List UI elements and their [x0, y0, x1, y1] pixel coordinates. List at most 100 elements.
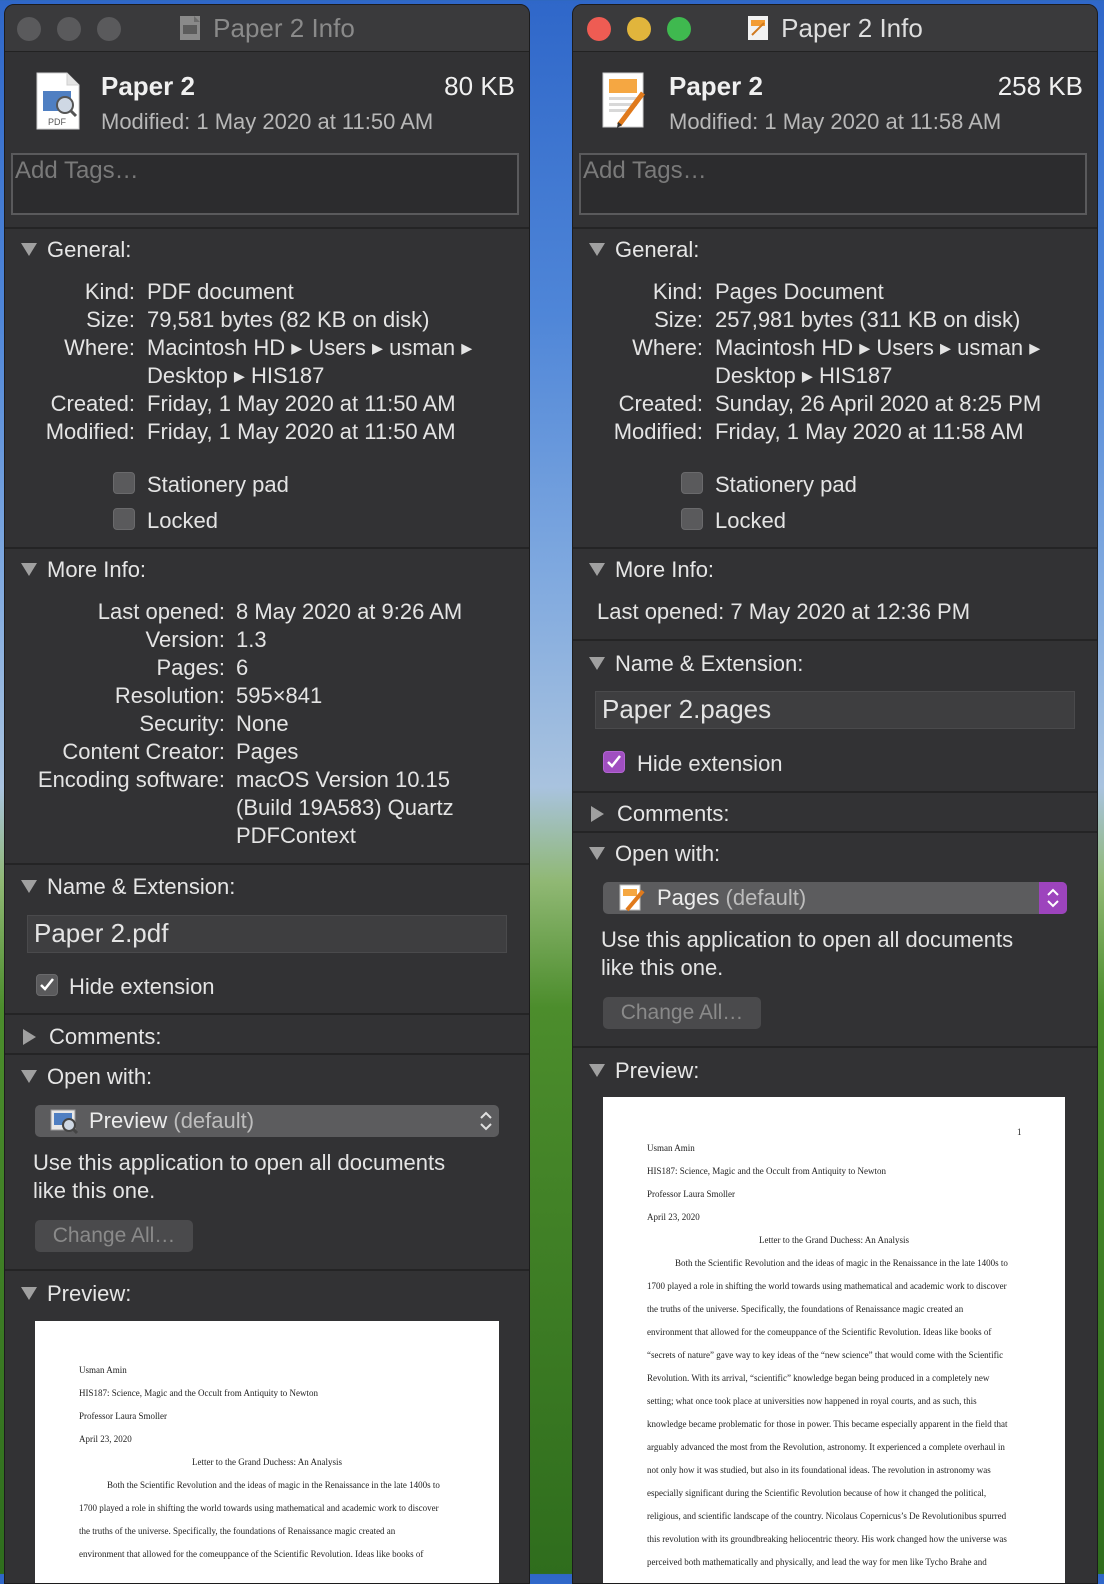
hide-extension-checkbox[interactable]: [603, 751, 625, 773]
section-comments[interactable]: Comments:: [23, 1024, 161, 1050]
preview-line: knowledge became problematic for those i…: [647, 1419, 1008, 1429]
divider: [573, 547, 1097, 549]
section-more-info[interactable]: More Info:: [21, 557, 146, 583]
preview-line: Revolution. With its arrival, “scientifi…: [647, 1373, 990, 1383]
hide-extension-checkbox[interactable]: [36, 974, 58, 996]
encoding-software-value-line1: macOS Version 10.15: [236, 767, 451, 792]
hide-extension-label: Hide extension: [69, 974, 215, 999]
locked-checkbox[interactable]: [681, 508, 703, 530]
modified-summary: Modified: 1 May 2020 at 11:50 AM: [101, 109, 434, 134]
disclosure-triangle-icon[interactable]: [589, 563, 605, 576]
section-name-extension[interactable]: Name & Extension:: [21, 874, 235, 900]
section-name-extension[interactable]: Name & Extension:: [589, 651, 803, 677]
where-value-line2: Desktop ▸ HIS187: [715, 363, 893, 388]
preview-line: perceived both mathematically and physic…: [647, 1557, 987, 1567]
created-value: Friday, 1 May 2020 at 11:50 AM: [147, 391, 456, 416]
modified-value: Friday, 1 May 2020 at 11:58 AM: [715, 419, 1024, 444]
divider: [5, 227, 529, 229]
section-open-with[interactable]: Open with:: [21, 1064, 152, 1090]
preview-app-icon: [50, 1109, 79, 1135]
preview-line: the truths of the universe. Specifically…: [647, 1304, 964, 1314]
stationery-pad-checkbox[interactable]: [681, 472, 703, 494]
tags-field[interactable]: Add Tags…: [11, 153, 519, 215]
info-window-pages: Paper 2 Info Paper 2 258 KB Modified: 1 …: [572, 4, 1098, 1584]
preview-line: 1700 played a role in shifting the world…: [647, 1281, 1007, 1291]
pages-file-icon: [602, 72, 645, 128]
change-all-button[interactable]: Change All…: [603, 997, 761, 1029]
preview-line: Usman Amin: [79, 1365, 127, 1375]
modified-value: Friday, 1 May 2020 at 11:50 AM: [147, 419, 456, 444]
document-preview: Usman Amin HIS187: Science, Magic and th…: [35, 1321, 499, 1583]
section-preview[interactable]: Preview:: [21, 1281, 131, 1307]
file-name: Paper 2: [101, 71, 195, 101]
open-with-default-tag: (default): [173, 1108, 255, 1133]
size-value: 257,981 bytes (311 KB on disk): [715, 307, 1021, 332]
open-with-description-line2: like this one.: [601, 955, 724, 980]
kind-label: Kind:: [84, 279, 135, 304]
title-bar[interactable]: Paper 2 Info: [573, 5, 1097, 52]
stationery-pad-checkbox[interactable]: [113, 472, 135, 494]
disclosure-triangle-icon[interactable]: [21, 1070, 37, 1083]
tags-field[interactable]: Add Tags…: [579, 153, 1087, 215]
encoding-software-label: Encoding software:: [37, 767, 225, 792]
size-label: Size:: [86, 307, 135, 332]
created-label: Created:: [50, 391, 135, 416]
created-value: Sunday, 26 April 2020 at 8:25 PM: [715, 391, 1042, 416]
disclosure-triangle-icon[interactable]: [21, 880, 37, 893]
preview-line: HIS187: Science, Magic and the Occult fr…: [647, 1166, 886, 1176]
open-with-popup[interactable]: Preview (default): [35, 1105, 499, 1137]
title-bar[interactable]: Paper 2 Info: [5, 5, 529, 52]
content-creator-value: Pages: [236, 739, 299, 764]
divider: [5, 547, 529, 549]
open-with-popup[interactable]: Pages (default): [603, 882, 1067, 914]
disclosure-triangle-icon[interactable]: [589, 847, 605, 860]
disclosure-triangle-icon[interactable]: [23, 1029, 36, 1045]
locked-checkbox[interactable]: [113, 508, 135, 530]
disclosure-triangle-icon[interactable]: [21, 243, 37, 256]
encoding-software-value-line3: PDFContext: [236, 823, 356, 848]
popup-stepper[interactable]: [1039, 882, 1067, 914]
pdf-file-icon: PDF: [36, 72, 80, 130]
hide-extension-label: Hide extension: [637, 751, 783, 776]
section-general[interactable]: General:: [21, 237, 131, 263]
section-general[interactable]: General:: [589, 237, 699, 263]
divider: [573, 1046, 1097, 1048]
section-preview[interactable]: Preview:: [589, 1058, 699, 1084]
name-extension-field[interactable]: Paper 2.pdf: [27, 915, 507, 953]
pdf-document-icon: [180, 16, 201, 40]
preview-line: 1700 played a role in shifting the world…: [79, 1503, 439, 1513]
preview-line: environment that allowed for the comeupp…: [647, 1327, 992, 1337]
disclosure-triangle-icon[interactable]: [589, 243, 605, 256]
disclosure-triangle-icon[interactable]: [589, 657, 605, 670]
security-label: Security:: [139, 711, 225, 736]
where-value-line2: Desktop ▸ HIS187: [147, 363, 325, 388]
preview-line: Both the Scientific Revolution and the i…: [675, 1258, 1008, 1268]
disclosure-triangle-icon[interactable]: [21, 563, 37, 576]
divider: [5, 1013, 529, 1015]
resolution-value: 595×841: [236, 683, 323, 708]
window-title: Paper 2 Info: [781, 13, 923, 43]
section-comments[interactable]: Comments:: [591, 801, 729, 827]
svg-text:PDF: PDF: [48, 117, 67, 127]
created-label: Created:: [618, 391, 703, 416]
open-with-app-name: Preview: [89, 1108, 168, 1133]
section-open-with[interactable]: Open with:: [589, 841, 720, 867]
divider: [573, 639, 1097, 641]
preview-page-number: 1: [1017, 1127, 1022, 1137]
change-all-button[interactable]: Change All…: [35, 1220, 193, 1252]
size-value: 79,581 bytes (82 KB on disk): [147, 307, 430, 332]
divider: [573, 227, 1097, 229]
tags-placeholder: Add Tags…: [583, 157, 707, 184]
pages-app-icon: [619, 884, 645, 912]
disclosure-triangle-icon[interactable]: [591, 806, 604, 822]
name-extension-field[interactable]: Paper 2.pages: [595, 691, 1075, 729]
preview-line: environment that allowed for the comeupp…: [79, 1549, 424, 1559]
open-with-app-name: Pages: [657, 885, 720, 910]
disclosure-triangle-icon[interactable]: [589, 1064, 605, 1077]
stationery-pad-label: Stationery pad: [715, 472, 857, 497]
disclosure-triangle-icon[interactable]: [21, 1287, 37, 1300]
encoding-software-value-line2: (Build 19A583) Quartz: [236, 795, 454, 820]
section-more-info[interactable]: More Info:: [589, 557, 714, 583]
preview-line: Usman Amin: [647, 1143, 695, 1153]
divider: [573, 831, 1097, 833]
